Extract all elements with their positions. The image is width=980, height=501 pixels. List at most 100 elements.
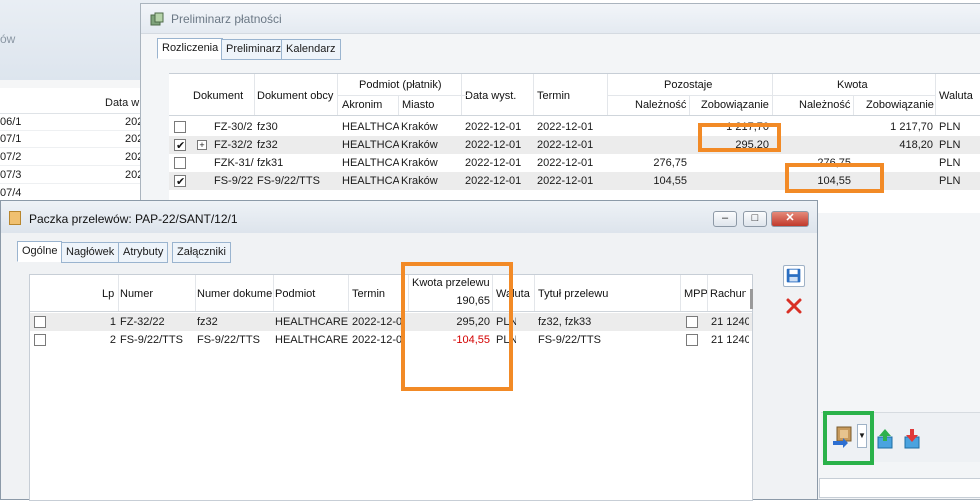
table-row[interactable]: 1 FZ-32/22 fz32 HEALTHCARE 2022-12-0 295… [30, 313, 752, 331]
cell-miasto: Kraków [401, 157, 438, 169]
preliminarz-titlebar: Preliminarz płatności [141, 4, 980, 34]
divider [689, 96, 690, 115]
cell-dokument-obcy: fz30 [257, 121, 278, 133]
cell-akronim: HEALTHCAR [342, 175, 399, 187]
cell-waluta: PLN [939, 157, 961, 169]
column-header-dokument-obcy[interactable]: Dokument obcy [257, 90, 333, 102]
cell-dokument: FZ-32/2 [214, 139, 253, 151]
import-button[interactable] [901, 428, 923, 450]
divider [30, 311, 752, 312]
divider [169, 115, 980, 116]
row-checkbox[interactable] [174, 137, 186, 155]
restore-button[interactable]: □ [743, 211, 767, 227]
divider [398, 96, 399, 115]
column-header-numer-dokumentu[interactable]: Numer dokumer [197, 288, 273, 300]
column-header-termin[interactable]: Termin [537, 90, 570, 102]
table-row[interactable]: FZ-30/2 fz30 HEALTHCAR Kraków 2022-12-01… [169, 118, 980, 136]
column-header-tytul[interactable]: Tytuł przelewu [538, 288, 608, 300]
divider [853, 96, 854, 115]
row-checkbox[interactable] [174, 121, 186, 133]
mpp-checkbox[interactable] [686, 316, 698, 328]
cell-kwota-zobowiazanie: 1 217,70 [890, 121, 933, 133]
column-header-podmiot[interactable]: Podmiot [275, 288, 315, 300]
minimize-button[interactable]: – [713, 211, 737, 227]
column-header-mpp[interactable]: MPP [684, 288, 708, 300]
row-checkbox[interactable] [34, 316, 46, 328]
bottom-field[interactable] [819, 478, 980, 498]
tab-rozliczenia[interactable]: Rozliczenia [157, 38, 224, 59]
divider [195, 275, 196, 311]
column-header-podmiot: Podmiot (płatnik) [359, 79, 442, 91]
document-icon [9, 211, 21, 225]
doc-number: 07/1 [0, 133, 22, 145]
cell-lp: 1 [109, 316, 116, 328]
cell-dokument: FZK-31/ [214, 157, 254, 169]
horizontal-scroll-thumb[interactable] [750, 289, 753, 309]
doc-number: 07/3 [0, 169, 22, 181]
table-row[interactable]: 2 FS-9/22/TTS FS-9/22/TTS HEALTHCARE 202… [30, 331, 752, 349]
expand-icon[interactable]: + [197, 140, 207, 150]
divider [707, 275, 708, 311]
export-button[interactable] [874, 428, 896, 450]
row-checkbox[interactable] [174, 157, 186, 169]
save-icon [786, 268, 801, 283]
column-header-waluta[interactable]: Waluta [939, 90, 973, 102]
divider [273, 275, 274, 311]
cell-waluta: PLN [939, 175, 961, 187]
mpp-checkbox[interactable] [686, 334, 698, 346]
cell-termin: 2022-12-0 [352, 334, 403, 346]
column-header-akronim[interactable]: Akronim [342, 99, 382, 111]
tab-kalendarz[interactable]: Kalendarz [281, 39, 341, 60]
tab-zalaczniki[interactable]: Załączniki [172, 242, 231, 263]
column-header-rachunek[interactable]: Rachunek [710, 288, 746, 300]
close-icon: ✕ [785, 212, 795, 224]
highlight-box [698, 123, 781, 152]
column-header-pozostaje-zobowiazanie[interactable]: Zobowiązanie [701, 99, 769, 111]
divider [534, 275, 535, 311]
column-header-data-wyst[interactable]: Data wyst. [465, 90, 516, 102]
tab-atrybuty[interactable]: Atrybuty [118, 242, 169, 263]
column-header-pozostaje: Pozostaje [664, 79, 713, 91]
cell-akronim: HEALTHCAR [342, 121, 399, 133]
cell-pozostaje-naleznosc: 104,55 [653, 175, 687, 187]
column-header-dokument[interactable]: Dokument [193, 90, 243, 102]
close-button[interactable]: ✕ [771, 211, 809, 227]
window-app-icon [150, 12, 164, 26]
cell-termin: 2022-12-0 [352, 316, 403, 328]
column-header-miasto[interactable]: Miasto [402, 99, 434, 111]
cell-podmiot: HEALTHCARE [275, 316, 349, 328]
cell-termin: 2022-12-01 [537, 139, 594, 151]
column-header-numer[interactable]: Numer [120, 288, 153, 300]
tab-preliminarz[interactable]: Preliminarz [221, 39, 287, 60]
minimize-icon: – [721, 212, 729, 224]
tab-ogolne[interactable]: Ogólne [17, 241, 63, 262]
cell-miasto: Kraków [401, 121, 438, 133]
column-header-kwota-zobowiazanie[interactable]: Zobowiązanie [866, 99, 934, 111]
row-checkbox[interactable] [174, 173, 186, 191]
column-header-pozostaje-naleznosc[interactable]: Należność [635, 99, 686, 111]
import-icon [904, 429, 920, 449]
delete-button[interactable] [783, 295, 805, 317]
tab-naglowek[interactable]: Nagłówek [61, 242, 120, 263]
divider [337, 74, 338, 115]
divider [680, 275, 681, 311]
cell-rachunek: 21 1240 [711, 316, 749, 328]
column-header-kwota-naleznosc[interactable]: Należność [799, 99, 850, 111]
background-window-title: ów [0, 32, 16, 46]
column-header-termin[interactable]: Termin [352, 288, 385, 300]
table-row[interactable]: + FZ-32/2 fz32 HEALTHCAR Kraków 2022-12-… [169, 136, 980, 155]
highlight-box [401, 262, 513, 391]
cell-dokument-obcy: fzk31 [257, 157, 284, 169]
column-header-lp[interactable]: Lp [102, 288, 114, 300]
row-checkbox[interactable] [34, 334, 46, 346]
divider [607, 95, 935, 96]
save-button[interactable] [783, 265, 805, 287]
cell-waluta: PLN [939, 121, 961, 133]
cell-miasto: Kraków [401, 139, 438, 151]
cell-rachunek: 21 1240 [711, 334, 749, 346]
cell-numer: FS-9/22/TTS [120, 334, 183, 346]
column-header-data: Data w [105, 97, 140, 109]
cell-kwota-zobowiazanie: 418,20 [899, 139, 933, 151]
cell-podmiot: HEALTHCARE [275, 334, 349, 346]
cell-pozostaje-naleznosc: 276,75 [653, 157, 687, 169]
